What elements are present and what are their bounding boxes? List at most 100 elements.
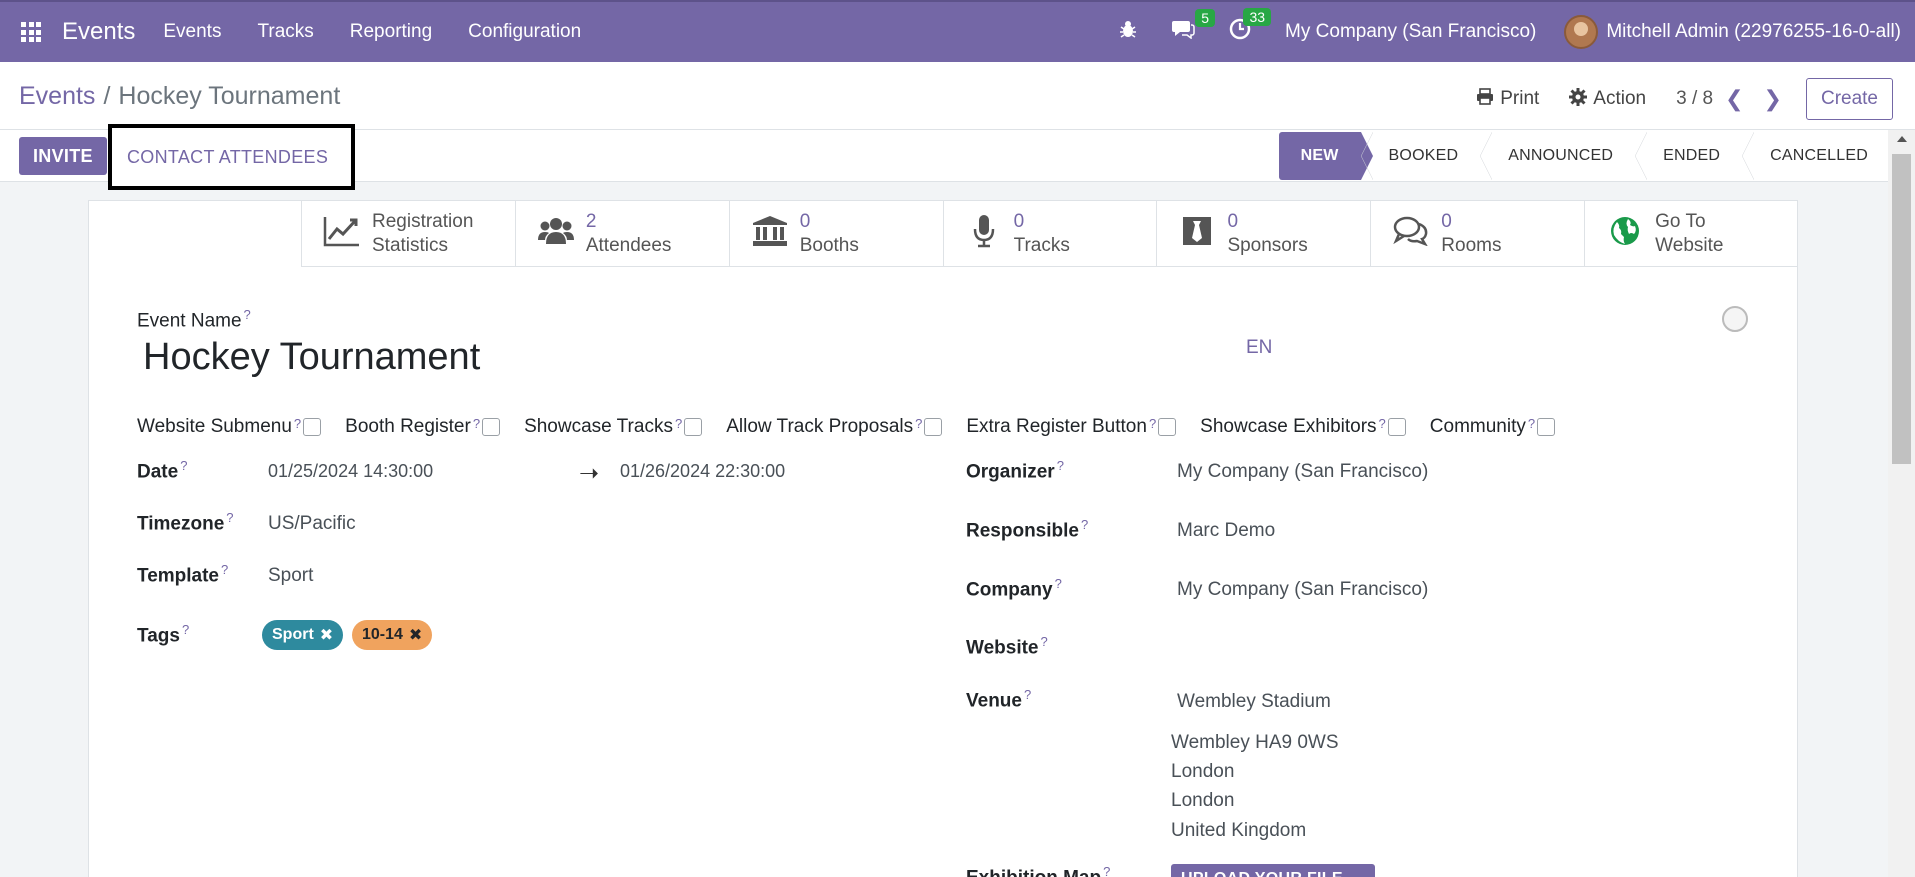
tracks-button[interactable]: 0 Tracks xyxy=(942,201,1157,267)
breadcrumb-root[interactable]: Events xyxy=(19,82,95,110)
breadcrumb-separator: / xyxy=(103,82,111,110)
rooms-button[interactable]: 0 Rooms xyxy=(1370,201,1584,267)
scrollbar-thumb[interactable] xyxy=(1892,154,1911,464)
bug-icon[interactable] xyxy=(1119,19,1137,45)
website-submenu-checkbox[interactable] xyxy=(303,418,322,436)
ribbon-status-indicator[interactable] xyxy=(1722,306,1748,332)
print-button[interactable]: Print xyxy=(1476,88,1539,110)
contact-attendees-button[interactable]: CONTACT ATTENDEES xyxy=(108,124,355,190)
go-to-website-label-line2: Website xyxy=(1655,235,1724,256)
invite-button[interactable]: INVITE xyxy=(19,137,107,175)
extra-register-button-option: Extra Register Button? xyxy=(966,416,1177,438)
user-menu[interactable]: Mitchell Admin (22976255-16-0-all) xyxy=(1606,21,1901,43)
tracks-label: Tracks xyxy=(1013,235,1070,256)
avatar[interactable] xyxy=(1564,15,1599,49)
attendees-button[interactable]: 2 Attendees xyxy=(514,201,729,267)
tag-age-group: 10-14 ✖ xyxy=(352,620,433,650)
form-sheet: Registration Statistics 2 Attendees 0 Bo… xyxy=(88,200,1798,877)
menu-reporting[interactable]: Reporting xyxy=(350,21,432,43)
control-panel: Events / Hockey Tournament Print Action 3 … xyxy=(0,62,1915,130)
venue-address-line: Wembley HA9 0WS xyxy=(1171,732,1339,753)
stage-booked[interactable]: BOOKED xyxy=(1360,132,1481,180)
top-navbar: Events Events Tracks Reporting Configura… xyxy=(0,0,1915,62)
app-name[interactable]: Events xyxy=(62,18,135,46)
sponsors-count: 0 xyxy=(1227,211,1239,232)
print-icon xyxy=(1476,88,1494,110)
black-tie-icon xyxy=(1177,216,1217,253)
event-name-input[interactable]: Hockey Tournament xyxy=(143,336,480,379)
booths-button[interactable]: 0 Booths xyxy=(728,201,943,267)
venue-input[interactable]: Wembley Stadium xyxy=(1177,691,1331,713)
remove-tag-icon[interactable]: ✖ xyxy=(320,625,333,645)
date-label: Date? xyxy=(137,458,188,483)
clock-icon[interactable]: 33 xyxy=(1229,8,1272,46)
pager-value[interactable]: 3 / 8 xyxy=(1676,88,1713,110)
form-statusbar: INVITE CONTACT ATTENDEES NEW BOOKED ANNO… xyxy=(0,124,1915,190)
stage-announced[interactable]: ANNOUNCED xyxy=(1480,132,1635,180)
bank-icon xyxy=(750,215,790,254)
menu-configuration[interactable]: Configuration xyxy=(468,21,581,43)
action-button[interactable]: Action xyxy=(1569,87,1646,111)
date-end-input[interactable]: 01/26/2024 22:30:00 xyxy=(620,461,785,482)
sponsors-label: Sponsors xyxy=(1227,235,1308,256)
booths-label: Booths xyxy=(799,235,859,256)
go-to-website-button[interactable]: Go To Website xyxy=(1584,201,1798,267)
company-label: Company? xyxy=(966,576,1062,601)
registration-statistics-button[interactable]: Registration Statistics xyxy=(301,201,515,267)
stage-pipeline: NEW BOOKED ANNOUNCED ENDED CANCELLED xyxy=(1278,132,1868,180)
tag-sport: Sport ✖ xyxy=(262,620,344,650)
community-option: Community? xyxy=(1430,416,1556,438)
comments-icon xyxy=(1391,216,1431,253)
stage-ended[interactable]: ENDED xyxy=(1635,132,1742,180)
app-menu-button[interactable] xyxy=(0,1,62,63)
attendees-count: 2 xyxy=(585,211,597,232)
showcase-exhibitors-option: Showcase Exhibitors? xyxy=(1200,416,1406,438)
venue-address-line: United Kingdom xyxy=(1171,820,1307,841)
stage-cancelled[interactable]: CANCELLED xyxy=(1742,132,1868,180)
remove-tag-icon[interactable]: ✖ xyxy=(409,625,422,645)
menu-tracks[interactable]: Tracks xyxy=(257,21,313,43)
sponsors-button[interactable]: 0 Sponsors xyxy=(1156,201,1370,267)
exhibition-map-label: Exhibition Map? xyxy=(966,864,1111,877)
showcase-exhibitors-checkbox[interactable] xyxy=(1387,418,1406,436)
rooms-count: 0 xyxy=(1441,211,1452,232)
go-to-website-label: Go To xyxy=(1655,211,1706,232)
booth-register-option: Booth Register? xyxy=(345,416,501,438)
booth-register-checkbox[interactable] xyxy=(482,418,501,436)
showcase-tracks-checkbox[interactable] xyxy=(684,418,703,436)
menu-events[interactable]: Events xyxy=(163,21,221,43)
extra-register-button-checkbox[interactable] xyxy=(1158,418,1177,436)
organizer-label: Organizer? xyxy=(966,458,1064,483)
stage-new[interactable]: NEW xyxy=(1278,132,1373,180)
messages-count-badge: 5 xyxy=(1195,9,1216,27)
venue-address-line: London xyxy=(1171,790,1235,811)
organizer-input[interactable]: My Company (San Francisco) xyxy=(1177,461,1428,483)
pager-next-icon[interactable]: ❯ xyxy=(1764,86,1782,112)
responsible-input[interactable]: Marc Demo xyxy=(1177,520,1275,542)
template-input[interactable]: Sport xyxy=(268,565,313,587)
upload-file-button[interactable]: UPLOAD YOUR FILE xyxy=(1171,864,1375,877)
breadcrumb: Events / Hockey Tournament xyxy=(19,82,340,111)
language-button[interactable]: EN xyxy=(1246,337,1272,359)
website-submenu-option: Website Submenu? xyxy=(137,416,322,438)
vertical-scrollbar[interactable] xyxy=(1888,130,1915,877)
company-switcher[interactable]: My Company (San Francisco) xyxy=(1285,21,1536,43)
registration-statistics-label-line2: Statistics xyxy=(372,235,449,256)
showcase-tracks-option: Showcase Tracks? xyxy=(524,416,703,438)
create-button[interactable]: Create xyxy=(1805,78,1893,120)
responsible-label: Responsible? xyxy=(966,517,1089,542)
chart-line-icon xyxy=(322,215,362,254)
smart-button-box: Registration Statistics 2 Attendees 0 Bo… xyxy=(301,201,1798,267)
chat-icon[interactable]: 5 xyxy=(1171,9,1216,45)
date-start-input[interactable]: 01/25/2024 14:30:00 xyxy=(268,461,433,482)
company-input[interactable]: My Company (San Francisco) xyxy=(1177,579,1428,601)
scroll-up-arrow-icon[interactable] xyxy=(1897,136,1907,142)
attendees-label: Attendees xyxy=(585,235,672,256)
allow-track-proposals-checkbox[interactable] xyxy=(924,418,943,436)
timezone-select[interactable]: US/Pacific xyxy=(268,513,356,535)
tags-label: Tags? xyxy=(137,622,190,647)
pager-previous-icon[interactable]: ❮ xyxy=(1725,86,1743,112)
community-checkbox[interactable] xyxy=(1537,418,1556,436)
timezone-label: Timezone? xyxy=(137,510,234,535)
print-label: Print xyxy=(1500,88,1540,109)
